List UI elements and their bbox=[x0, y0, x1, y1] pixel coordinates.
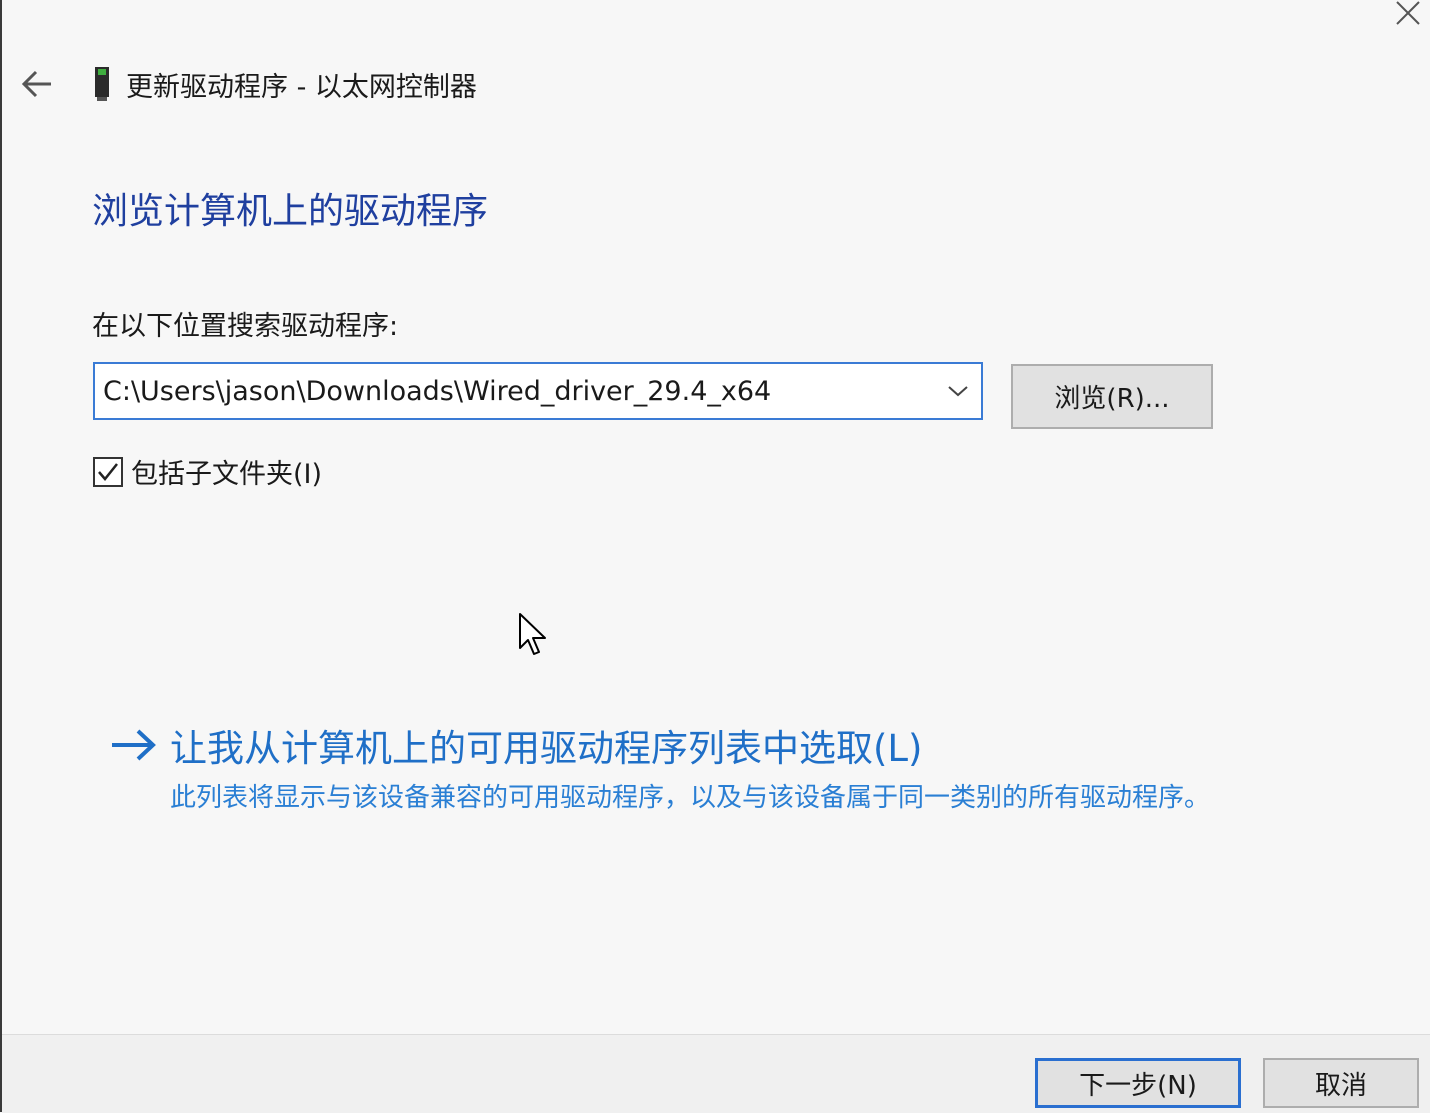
include-subfolders-option[interactable]: 包括子文件夹(I) bbox=[93, 452, 322, 491]
pick-from-list-link[interactable]: 让我从计算机上的可用驱动程序列表中选取(L) 此列表将显示与该设备兼容的可用驱动… bbox=[110, 718, 1270, 818]
back-arrow-icon bbox=[21, 70, 51, 98]
search-location-label: 在以下位置搜索驱动程序: bbox=[92, 311, 399, 342]
driver-path-input[interactable] bbox=[95, 363, 935, 419]
dialog-header: 更新驱动程序 - 以太网控制器 bbox=[20, 62, 477, 106]
chevron-down-icon bbox=[948, 386, 968, 397]
checkmark-icon bbox=[98, 462, 118, 481]
include-subfolders-label: 包括子文件夹(I) bbox=[131, 459, 323, 490]
browse-button[interactable]: 浏览(R)... bbox=[1011, 364, 1213, 429]
close-button[interactable] bbox=[1390, 0, 1426, 26]
path-dropdown-button[interactable] bbox=[935, 364, 981, 418]
mouse-pointer-icon bbox=[518, 612, 548, 662]
update-driver-dialog: 更新驱动程序 - 以太网控制器 浏览计算机上的驱动程序 在以下位置搜索驱动程序:… bbox=[0, 0, 1430, 1113]
page-heading: 浏览计算机上的驱动程序 bbox=[92, 191, 489, 232]
pick-from-list-description: 此列表将显示与该设备兼容的可用驱动程序，以及与该设备属于同一类别的所有驱动程序。 bbox=[170, 783, 1211, 813]
pick-from-list-title: 让我从计算机上的可用驱动程序列表中选取(L) bbox=[170, 727, 923, 770]
close-icon bbox=[1396, 1, 1420, 25]
driver-path-combobox[interactable] bbox=[93, 362, 983, 420]
arrow-right-icon bbox=[110, 719, 156, 771]
back-button[interactable] bbox=[20, 67, 54, 101]
next-button[interactable]: 下一步(N) bbox=[1035, 1058, 1241, 1108]
network-adapter-icon bbox=[92, 66, 112, 102]
window-title: 更新驱动程序 - 以太网控制器 bbox=[126, 71, 477, 103]
include-subfolders-checkbox[interactable] bbox=[93, 456, 123, 487]
cancel-button[interactable]: 取消 bbox=[1263, 1058, 1419, 1108]
